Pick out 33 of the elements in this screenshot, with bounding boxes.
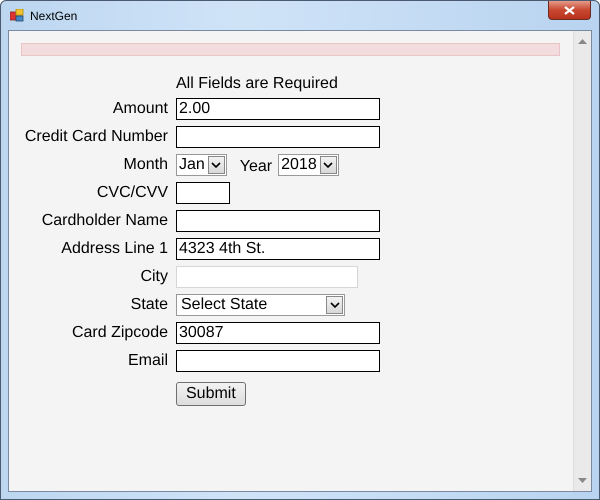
year-dropdown[interactable]: 2018 — [278, 154, 339, 176]
input-field[interactable] — [176, 210, 380, 232]
app-icon — [10, 9, 24, 22]
input-field[interactable] — [176, 182, 230, 204]
field-label: City — [139, 267, 168, 287]
close-button[interactable] — [548, 1, 591, 20]
field-label: Amount — [112, 99, 168, 119]
field-label: CVC/CVV — [96, 183, 168, 203]
input-field[interactable]: 2.00 — [176, 98, 380, 120]
vertical-scrollbar[interactable] — [573, 31, 591, 491]
field-label: Month — [122, 155, 168, 175]
input-field[interactable]: 4323 4th St. — [176, 238, 380, 260]
field-label: Email — [126, 351, 168, 371]
window-title: NextGen — [30, 8, 78, 22]
submit-button[interactable]: Submit — [176, 382, 246, 406]
input-field[interactable] — [176, 126, 380, 148]
field-label: Year — [240, 156, 272, 176]
field-label: Card Zipcode — [70, 323, 168, 343]
required-notice: All Fields are Required — [176, 74, 339, 94]
state-dropdown[interactable]: Select State — [176, 294, 345, 316]
month-dropdown[interactable]: Jan — [176, 154, 227, 176]
scroll-down-icon[interactable] — [578, 478, 587, 483]
chevron-down-icon — [323, 162, 334, 168]
field-label: Cardholder Name — [40, 211, 168, 231]
chevron-down-icon — [211, 162, 222, 168]
chevron-down-icon — [330, 302, 340, 308]
field-label: Credit Card Number — [24, 127, 168, 147]
field-label: Address Line 1 — [60, 239, 168, 259]
input-field[interactable]: 30087 — [176, 322, 380, 344]
input-field[interactable] — [176, 350, 380, 372]
scroll-up-icon[interactable] — [578, 39, 587, 44]
field-label: State — [130, 295, 168, 315]
close-icon — [564, 6, 575, 14]
